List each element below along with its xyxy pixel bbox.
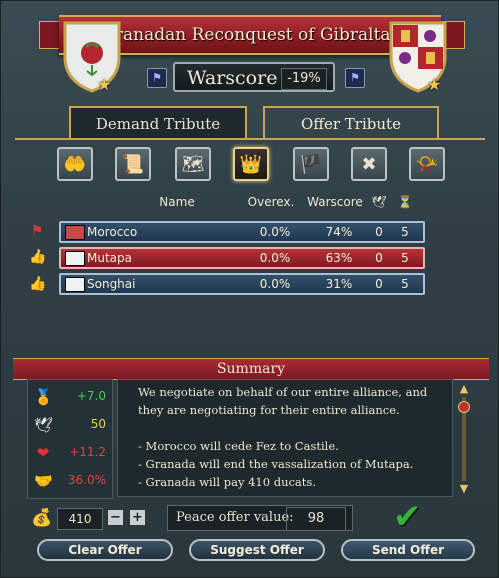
stat-value: +11.2 [69, 445, 106, 459]
participants-table-header: Name Overex. Warscore 🕊 ⏳ [57, 192, 429, 212]
column-warscore: Warscore [307, 195, 363, 209]
leader-star-icon: ★ [427, 75, 442, 94]
mutapa-flag-icon [65, 251, 85, 266]
stat-value: 36.0% [67, 473, 106, 487]
table-row[interactable]: Songhai 0.0% 31% 0 5 [59, 273, 425, 295]
stat-hearts: ❤ +11.2 [28, 440, 112, 466]
granada-shield-icon[interactable] [61, 19, 123, 93]
summary-blank-line [138, 419, 432, 437]
stat-value: 50 [90, 417, 106, 431]
morocco-flag-icon [65, 225, 85, 240]
row-name: Morocco [87, 225, 138, 239]
row-allies: 5 [401, 225, 409, 239]
warscore-panel: Warscore -19% [173, 62, 335, 92]
peace-offer-label: Peace offer value: [176, 510, 294, 525]
ducats-icon: 💰 [31, 508, 53, 528]
transfer-province-icon[interactable]: 🗺 [175, 147, 211, 181]
row-peace: 0 [375, 277, 383, 291]
our-flag-icon[interactable]: ⚑ [147, 68, 167, 88]
increase-ducats-button[interactable]: + [129, 509, 146, 526]
warscore-label: Warscore [187, 67, 278, 89]
summary-line: - Granada will end the vassalization of … [138, 457, 414, 471]
column-peace-icon: 🕊 [371, 195, 387, 209]
hearts-icon: ❤ [36, 444, 50, 462]
ducat-amount: 410 [57, 508, 103, 530]
scroll-up-icon[interactable]: ▲ [457, 383, 471, 395]
row-overex: 0.0% [259, 225, 291, 239]
summary-stats: 🏅 +7.0 🕊 50 ❤ +11.2 🤝 36.0% [27, 379, 113, 499]
release-vassal-icon[interactable]: 📜 [115, 147, 151, 181]
tab-offer-tribute[interactable]: Offer Tribute [263, 106, 439, 140]
scroll-down-icon[interactable]: ▼ [457, 483, 471, 495]
peace-negotiation-window: Granadan Reconquest of Gibraltar ★ ★ ⚑ W… [0, 0, 499, 578]
decrease-ducats-button[interactable]: − [107, 509, 124, 526]
will-accept-check-icon: ✔ [393, 497, 422, 537]
column-allies-icon: ⏳ [397, 195, 413, 209]
table-row[interactable]: Mutapa 0.0% 63% 0 5 [59, 247, 425, 269]
row-peace: 0 [375, 251, 383, 265]
handshake-icon: 🤝 [34, 472, 53, 490]
row-allies: 5 [401, 251, 409, 265]
player-star-icon: ★ [97, 75, 112, 94]
suggest-offer-button[interactable]: Suggest Offer [189, 539, 325, 561]
peace-offer-value: 98 [286, 507, 346, 531]
summary-line: - Morocco will cede Fez to Castile. [138, 439, 339, 453]
row-warscore: 63% [325, 251, 353, 265]
war-reparations-icon[interactable]: 🏴 [293, 147, 329, 181]
willing-thumb-icon: 👍 [29, 276, 47, 292]
stat-prestige: 🏅 +7.0 [28, 384, 112, 410]
row-name: Songhai [87, 277, 136, 291]
stat-overextension: 🤝 36.0% [28, 468, 112, 494]
summary-text-panel: We negotiate on behalf of our entire all… [117, 379, 453, 497]
clear-offer-button[interactable]: Clear Offer [37, 539, 173, 561]
row-peace: 0 [375, 225, 383, 239]
send-offer-button[interactable]: Send Offer [341, 539, 475, 561]
summary-title: Summary [13, 358, 489, 380]
peace-treaty-icon[interactable]: 🤲 [57, 147, 93, 181]
column-name: Name [159, 195, 195, 209]
annul-treaties-icon[interactable]: ✖ [351, 147, 387, 181]
row-allies: 5 [401, 277, 409, 291]
unwilling-flag-icon: ⚑ [30, 223, 44, 239]
humiliate-icon[interactable]: 📯 [409, 147, 445, 181]
row-overex: 0.0% [259, 251, 291, 265]
warscore-value: -19% [281, 68, 327, 90]
prestige-icon: 🏅 [34, 388, 53, 406]
end-vassalization-icon[interactable]: 👑 [233, 147, 269, 181]
row-warscore: 74% [325, 225, 353, 239]
songhai-flag-icon [65, 277, 85, 292]
enemy-flag-icon[interactable]: ⚑ [345, 68, 365, 88]
stat-value: +7.0 [76, 389, 106, 403]
summary-scrollbar[interactable]: ▲ ▼ [457, 383, 471, 495]
column-overextension: Overex. [247, 195, 295, 209]
summary-line: - Granada will pay 410 ducats. [138, 475, 316, 489]
scroll-thumb[interactable] [458, 401, 470, 413]
row-name: Mutapa [87, 251, 132, 265]
stat-peace: 🕊 50 [28, 412, 112, 438]
willing-thumb-icon: 👍 [29, 249, 47, 265]
peace-dove-icon: 🕊 [34, 416, 54, 434]
tab-demand-tribute[interactable]: Demand Tribute [69, 106, 247, 140]
peace-offer-value-panel: Peace offer value: 98 [167, 505, 353, 531]
summary-line: We negotiate on behalf of our entire all… [138, 385, 428, 417]
table-row[interactable]: Morocco 0.0% 74% 0 5 [59, 221, 425, 243]
row-warscore: 31% [325, 277, 353, 291]
row-overex: 0.0% [259, 277, 291, 291]
